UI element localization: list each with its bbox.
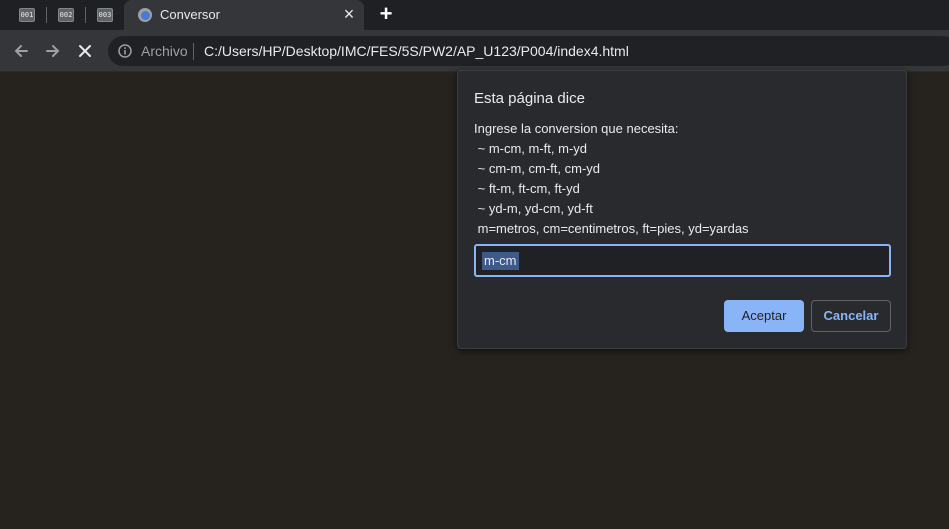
back-button[interactable] (7, 37, 35, 65)
prompt-input-value: m-cm (482, 252, 519, 270)
stop-button[interactable] (71, 37, 99, 65)
pinned-tab-1[interactable]: 001 (8, 0, 46, 30)
dialog-message-line: m=metros, cm=centimetros, ft=pies, yd=ya… (474, 221, 749, 236)
forward-button[interactable] (39, 37, 67, 65)
tab-title: Conversor (160, 7, 220, 22)
dialog-message-line: ~ yd-m, yd-cm, yd-ft (474, 201, 593, 216)
close-tab-icon[interactable]: × (340, 5, 358, 23)
pinned-tab-favicon: 003 (97, 8, 113, 22)
stop-loading-icon (79, 45, 91, 57)
new-tab-button[interactable]: + (374, 3, 398, 27)
dialog-message-line: ~ m-cm, m-ft, m-yd (474, 141, 588, 156)
dialog-message-line: Ingrese la conversion que necesita: (474, 121, 679, 136)
tab-strip: 001 002 003 Conversor × + (0, 0, 949, 30)
dialog-message-line: ~ ft-m, ft-cm, ft-yd (474, 181, 580, 196)
omnibox-separator (193, 43, 194, 60)
address-bar[interactable]: Archivo C:/Users/HP/Desktop/IMC/FES/5S/P… (108, 36, 949, 66)
dialog-message-line: ~ cm-m, cm-ft, cm-yd (474, 161, 601, 176)
browser-toolbar: Archivo C:/Users/HP/Desktop/IMC/FES/5S/P… (0, 30, 949, 72)
prompt-input[interactable]: m-cm (474, 244, 891, 277)
prompt-dialog: Esta página dice Ingrese la conversion q… (457, 70, 907, 349)
url-text[interactable]: C:/Users/HP/Desktop/IMC/FES/5S/PW2/AP_U1… (204, 43, 629, 59)
cancel-button[interactable]: Cancelar (811, 300, 891, 332)
security-label[interactable]: Archivo (141, 43, 188, 59)
info-icon[interactable] (118, 44, 132, 58)
dialog-message: Ingrese la conversion que necesita: ~ m-… (474, 119, 894, 239)
back-arrow-icon (14, 45, 28, 57)
pinned-tab-favicon: 001 (19, 8, 35, 22)
dialog-title: Esta página dice (474, 90, 585, 107)
active-tab[interactable]: Conversor × (124, 0, 364, 30)
pinned-tab-favicon: 002 (58, 8, 74, 22)
pinned-tab-2[interactable]: 002 (47, 0, 85, 30)
pinned-tab-3[interactable]: 003 (86, 0, 124, 30)
page-favicon-icon (138, 8, 152, 22)
forward-arrow-icon (46, 45, 60, 57)
accept-button[interactable]: Aceptar (724, 300, 804, 332)
